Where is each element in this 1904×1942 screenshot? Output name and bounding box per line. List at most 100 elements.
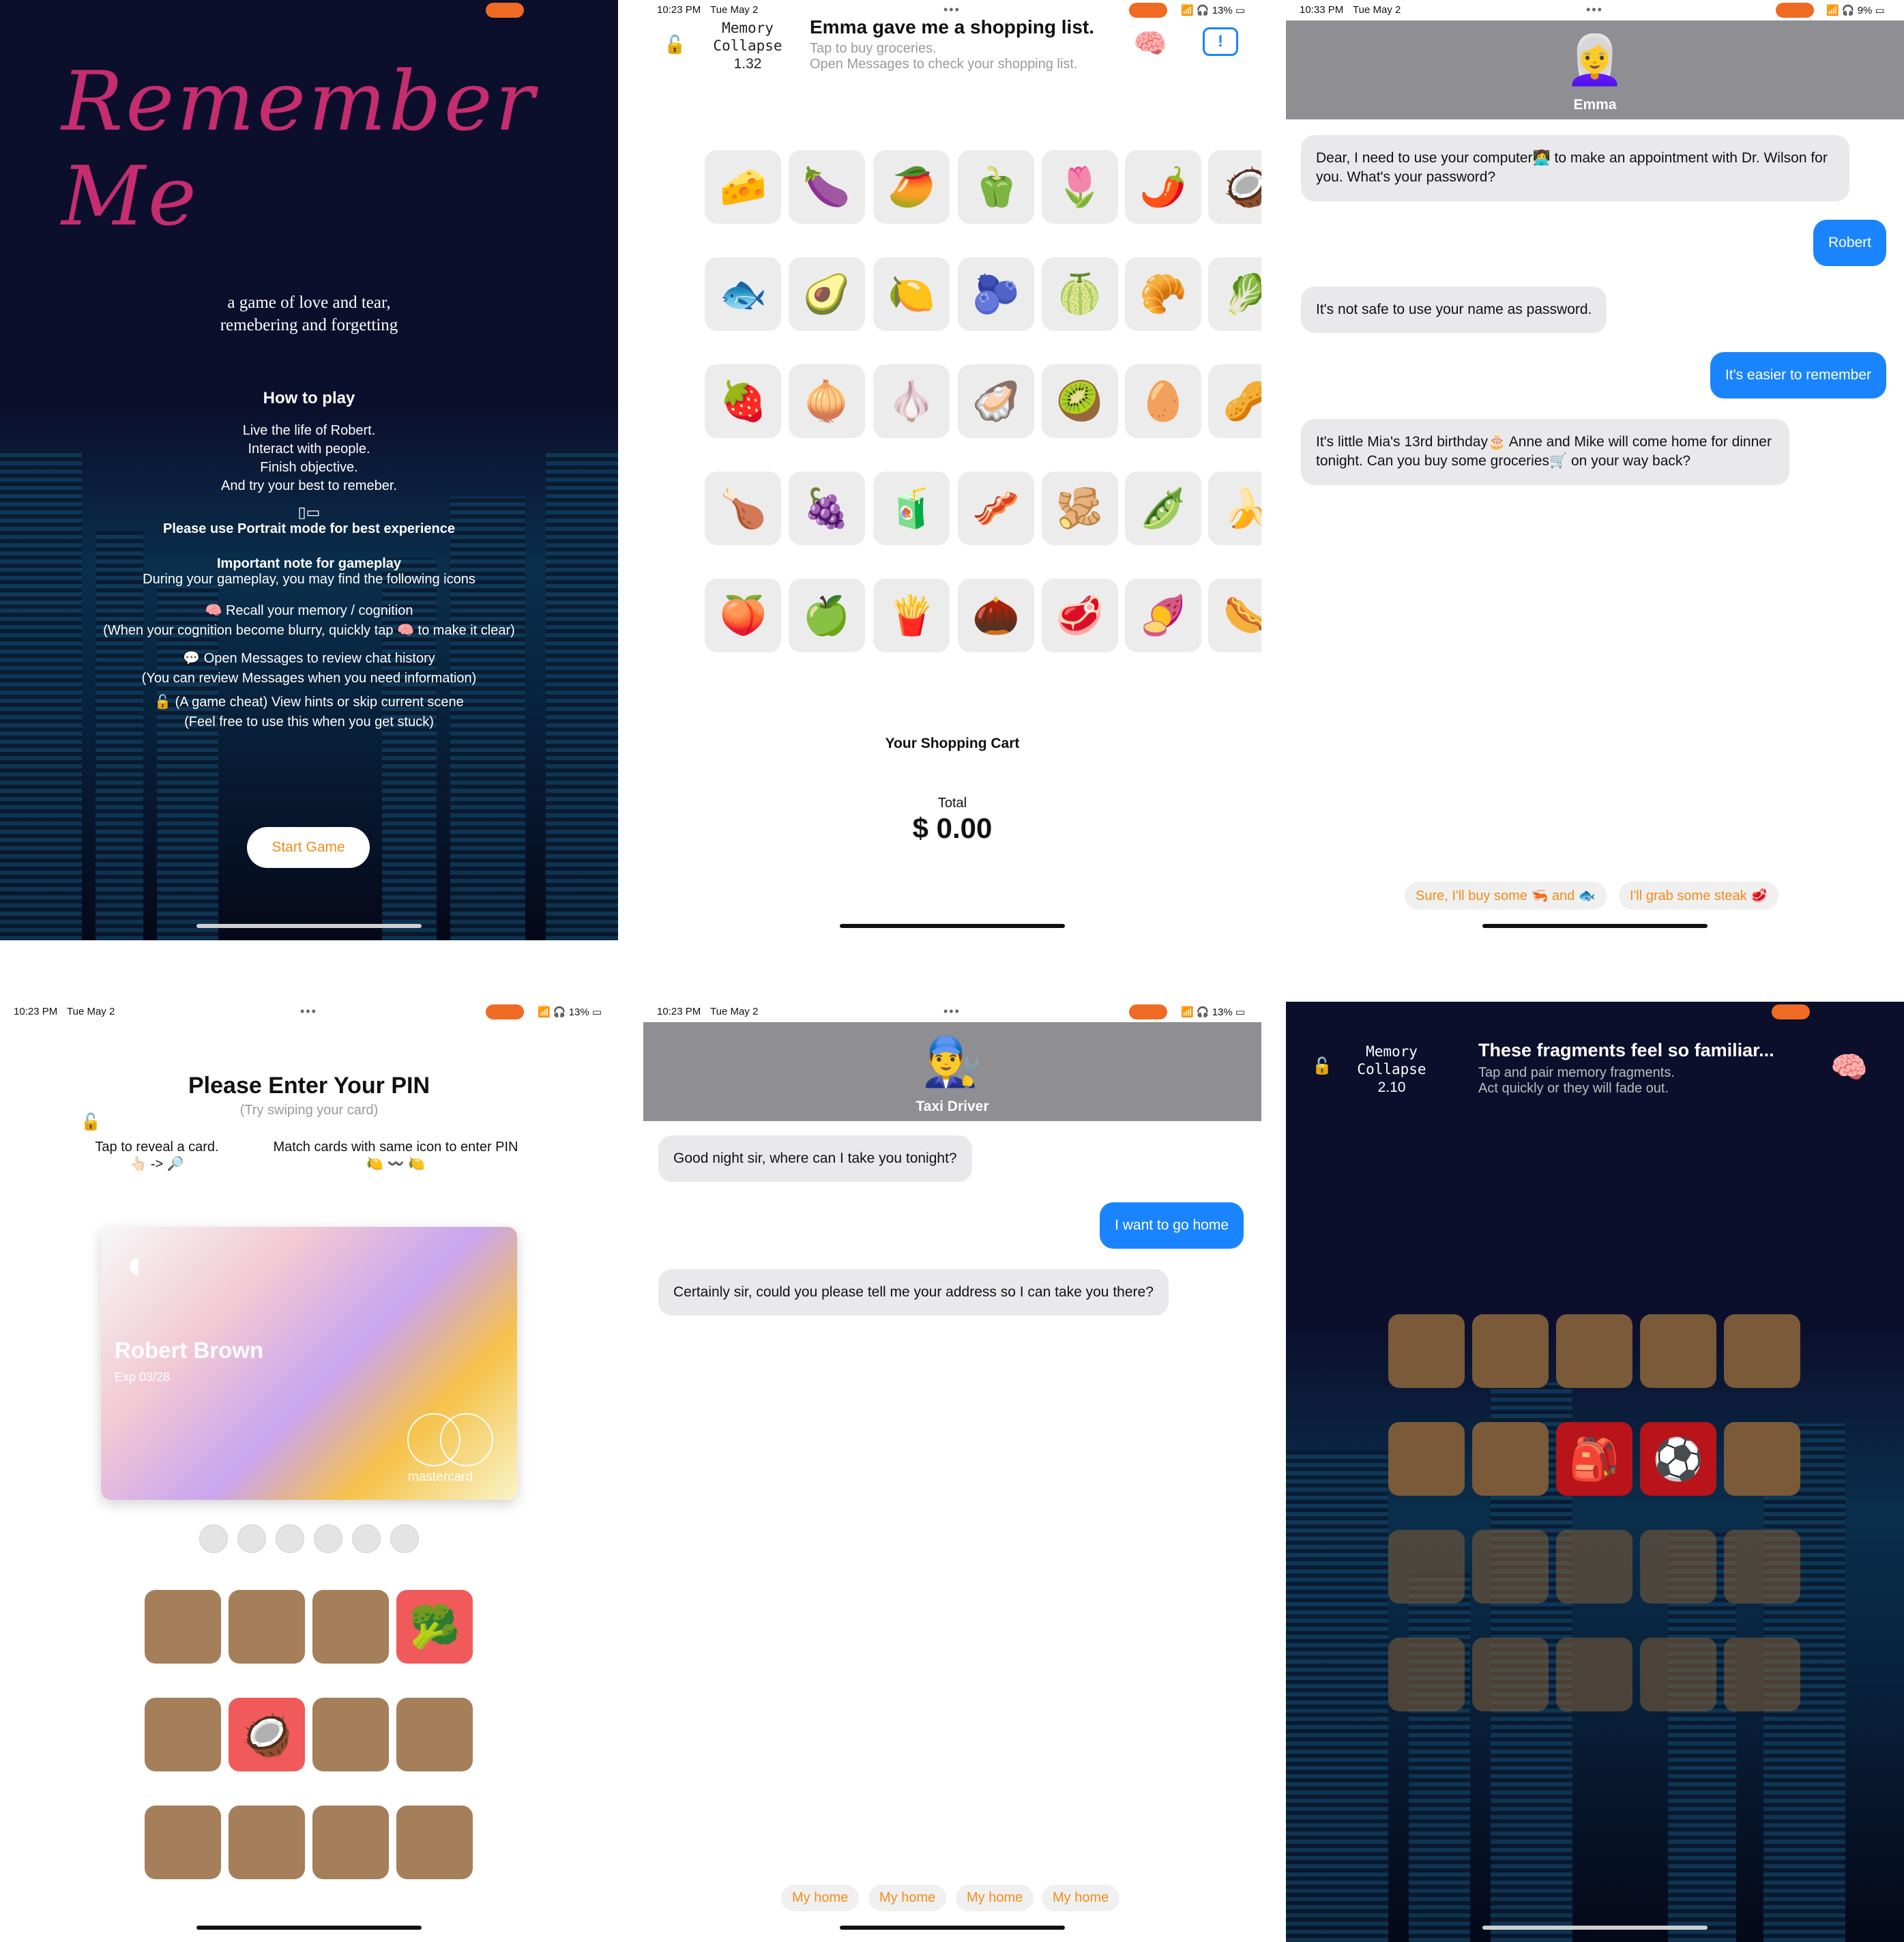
grocery-item[interactable]: 🫑 xyxy=(958,150,1035,224)
grocery-item[interactable]: 🧃 xyxy=(873,472,950,545)
reply-option[interactable]: My home xyxy=(868,1885,947,1911)
grocery-item[interactable]: 🐟 xyxy=(705,257,782,331)
grocery-item[interactable]: 🧀 xyxy=(705,150,782,224)
grocery-item[interactable]: 🥐 xyxy=(1125,257,1201,331)
memory-fragment[interactable] xyxy=(1472,1422,1549,1496)
memory-fragment[interactable] xyxy=(1640,1530,1716,1604)
scene-subtitle: Tap to buy groceries. xyxy=(810,41,937,56)
grocery-item[interactable]: 🥥 xyxy=(1208,150,1261,224)
memory-fragment[interactable] xyxy=(1556,1638,1632,1711)
hint-icon[interactable]: 🔓 xyxy=(664,34,686,55)
grocery-item[interactable]: 🥭 xyxy=(873,150,950,224)
apple-logo-icon: ◖ xyxy=(121,1241,147,1287)
memory-fragment[interactable] xyxy=(1724,1422,1800,1496)
grocery-item[interactable]: 🍏 xyxy=(788,579,865,652)
memory-fragment[interactable] xyxy=(1388,1314,1465,1388)
recording-indicator xyxy=(1129,1004,1167,1019)
memory-fragment[interactable] xyxy=(1556,1530,1632,1604)
grocery-item[interactable]: 🌶️ xyxy=(1125,150,1201,224)
grocery-item[interactable]: 🍟 xyxy=(873,579,950,652)
memory-fragment[interactable] xyxy=(1724,1638,1800,1711)
portrait-icon: ▯▭ xyxy=(297,504,321,521)
grocery-item[interactable]: 🍗 xyxy=(705,472,782,545)
memory-fragment[interactable] xyxy=(1388,1422,1465,1496)
pin-card[interactable]: 🥦 xyxy=(396,1590,473,1664)
icon-note: Open Messages to review chat history xyxy=(203,651,435,666)
credit-card[interactable]: ◖ Robert Brown Exp 03/28 mastercard xyxy=(101,1227,517,1500)
multitask-dots[interactable]: ••• xyxy=(300,1004,317,1019)
memory-fragment[interactable] xyxy=(1472,1638,1549,1711)
reply-option[interactable]: My home xyxy=(956,1885,1034,1911)
multitask-dots[interactable]: ••• xyxy=(1586,3,1603,17)
memory-fragment[interactable] xyxy=(1472,1314,1549,1388)
hint-icon[interactable]: 🔓 xyxy=(80,1112,101,1132)
emma-chat-screen: 10:33 PM Tue May 2 ••• 📶 🎧 9% ▭ 👩‍🦳 Emma… xyxy=(1286,0,1904,940)
pin-card[interactable] xyxy=(396,1698,473,1771)
grocery-item[interactable]: 🫐 xyxy=(958,257,1035,331)
grocery-item[interactable]: 🍓 xyxy=(705,364,782,438)
grocery-item[interactable]: 🧅 xyxy=(788,364,865,438)
grocery-item[interactable]: 🍇 xyxy=(788,472,865,545)
grocery-item[interactable]: 🥓 xyxy=(958,472,1035,545)
memory-fragment[interactable] xyxy=(1724,1530,1800,1604)
pin-card[interactable] xyxy=(312,1590,389,1664)
chat-header: 👩‍🦳 Emma xyxy=(1286,20,1904,119)
brain-icon[interactable]: 🧠 xyxy=(1133,27,1167,59)
grocery-item[interactable]: 🌷 xyxy=(1041,150,1118,224)
pin-card[interactable] xyxy=(145,1806,221,1879)
reply-option[interactable]: My home xyxy=(1042,1885,1120,1911)
multitask-dots[interactable]: ••• xyxy=(943,1004,961,1019)
grocery-item[interactable]: 🍠 xyxy=(1125,579,1201,652)
grocery-item[interactable]: 🦪 xyxy=(958,364,1035,438)
pin-card[interactable] xyxy=(145,1698,221,1771)
grocery-item[interactable]: 🥝 xyxy=(1041,364,1118,438)
mastercard-logo-icon xyxy=(402,1411,498,1473)
match-hint-icons: 🍋 〰️ 🍋 xyxy=(366,1157,425,1172)
reply-option[interactable]: I'll grab some steak 🥩 xyxy=(1619,882,1779,910)
reply-option[interactable]: My home xyxy=(781,1885,860,1911)
pin-card[interactable] xyxy=(229,1806,305,1879)
grocery-item[interactable]: 🌰 xyxy=(958,579,1035,652)
grocery-item[interactable]: 🍈 xyxy=(1041,257,1118,331)
reply-option[interactable]: Sure, I'll buy some 🦐 and 🐟 xyxy=(1405,882,1607,910)
start-game-button[interactable]: Start Game xyxy=(247,827,370,868)
grocery-item[interactable]: 🍑 xyxy=(705,579,782,652)
grocery-item[interactable]: 🍆 xyxy=(788,150,865,224)
contact-name: Emma xyxy=(1573,97,1617,113)
pin-card[interactable] xyxy=(312,1698,389,1771)
memory-fragment[interactable] xyxy=(1640,1638,1716,1711)
grocery-item[interactable]: 🥚 xyxy=(1125,364,1201,438)
memory-fragment[interactable] xyxy=(1724,1314,1800,1388)
pin-card[interactable]: 🥥 xyxy=(229,1698,305,1771)
grocery-item[interactable]: 🧄 xyxy=(873,364,950,438)
memory-fragment[interactable]: 🎒 xyxy=(1556,1422,1632,1496)
grocery-item[interactable]: 🌭 xyxy=(1208,579,1261,652)
icon-note: Recall your memory / cognition xyxy=(225,603,413,618)
grocery-item[interactable]: 🥑 xyxy=(788,257,865,331)
memory-fragment[interactable] xyxy=(1388,1530,1465,1604)
home-indicator xyxy=(196,1926,422,1930)
multitask-dots[interactable]: ••• xyxy=(943,3,961,17)
pin-card[interactable] xyxy=(396,1806,473,1879)
memory-fragment[interactable] xyxy=(1472,1530,1549,1604)
brain-icon[interactable]: 🧠 xyxy=(1830,1049,1868,1085)
messages-icon[interactable]: ! xyxy=(1203,27,1238,56)
pin-card[interactable] xyxy=(312,1806,389,1879)
memory-fragment[interactable] xyxy=(1388,1638,1465,1711)
city-background xyxy=(1286,1328,1904,1942)
stat-label: Collapse xyxy=(713,38,782,55)
pin-card[interactable] xyxy=(229,1590,305,1664)
grocery-item[interactable]: 🍋 xyxy=(873,257,950,331)
grocery-item[interactable]: 🥬 xyxy=(1208,257,1261,331)
grocery-item[interactable]: 🥩 xyxy=(1041,579,1118,652)
grocery-item[interactable]: 🥜 xyxy=(1208,364,1261,438)
memory-fragment[interactable]: ⚽ xyxy=(1640,1422,1716,1496)
grocery-item[interactable]: 🫛 xyxy=(1125,472,1201,545)
grocery-item[interactable]: 🫚 xyxy=(1041,472,1118,545)
memory-fragment[interactable] xyxy=(1556,1314,1632,1388)
status-date: Tue May 2 xyxy=(710,4,759,16)
hint-icon[interactable]: 🔓 xyxy=(1312,1056,1332,1076)
memory-fragment[interactable] xyxy=(1640,1314,1716,1388)
grocery-item[interactable]: 🍌 xyxy=(1208,472,1261,545)
pin-card[interactable] xyxy=(145,1590,221,1664)
